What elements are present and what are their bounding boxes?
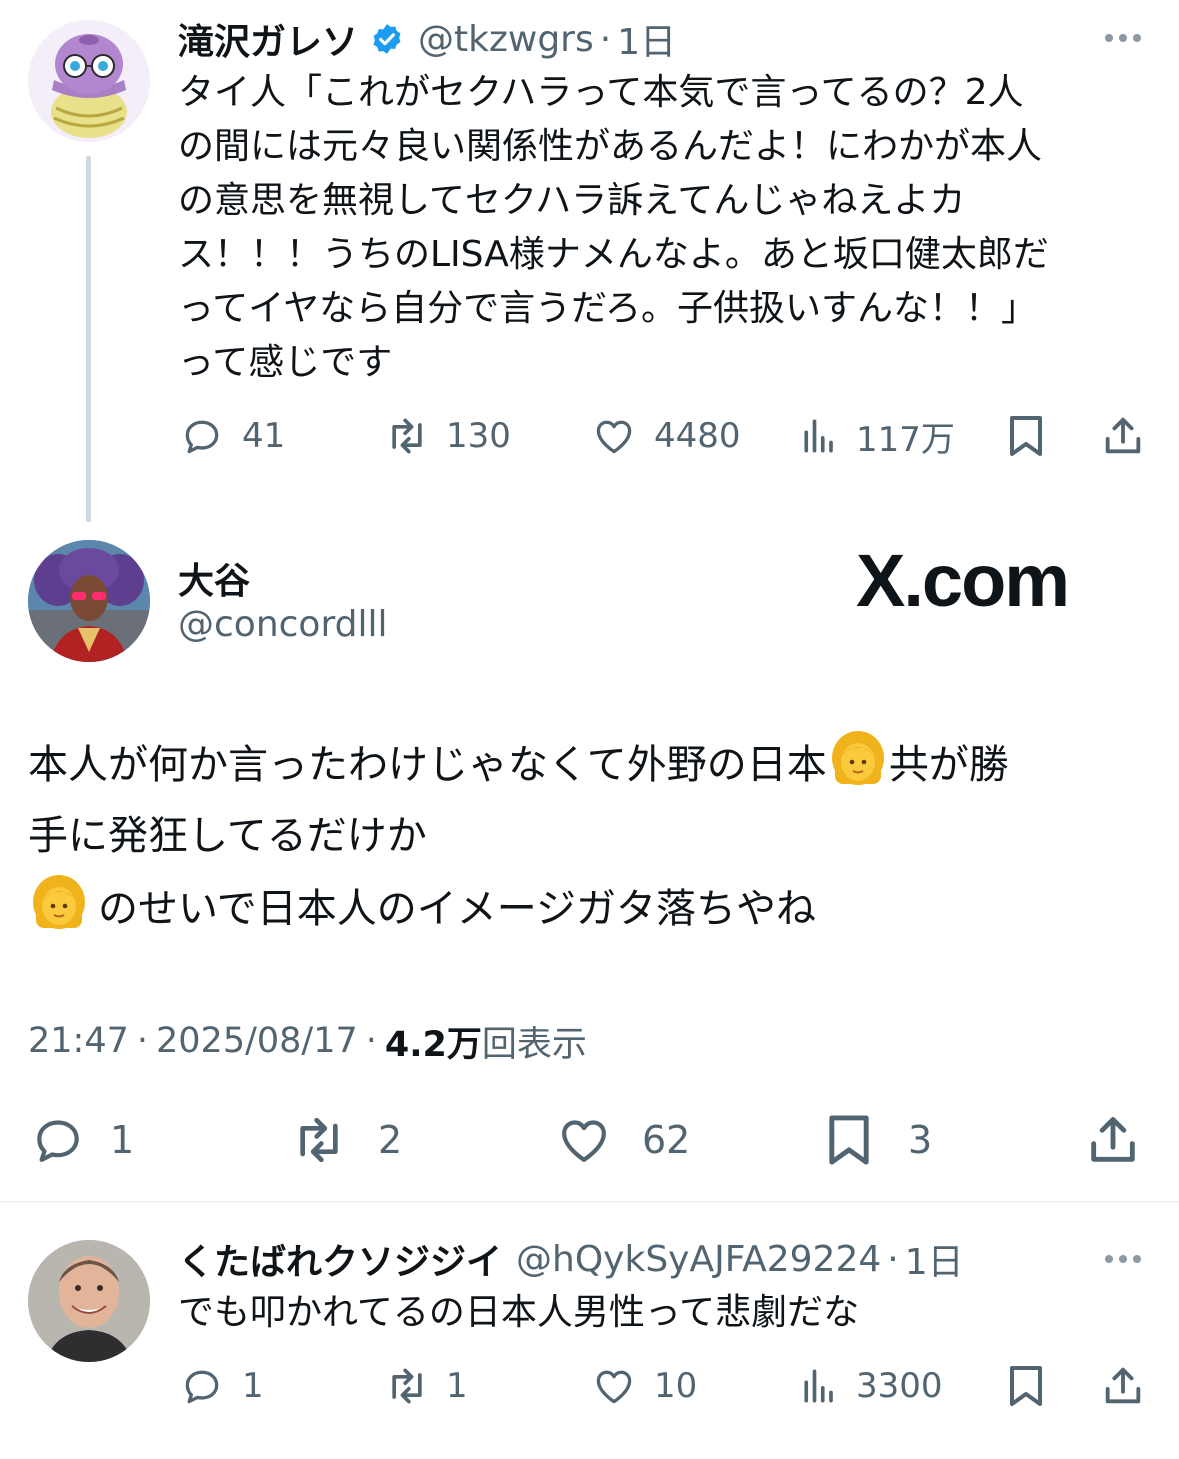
reply-button[interactable]: 1 (28, 1112, 134, 1168)
main-post-line1: 本人が何か言ったわけじゃなくて外野の日本 共が勝 (28, 728, 1009, 801)
woman-emoji-icon (28, 872, 90, 934)
avatar-concordlll[interactable] (28, 540, 150, 662)
verified-badge-icon (370, 22, 404, 56)
separator-dot: · (365, 1021, 377, 1061)
main-post-text: 共が勝 (888, 742, 1009, 788)
more-options-icon[interactable] (1105, 1255, 1141, 1263)
post-time[interactable]: 21:47 (28, 1021, 129, 1061)
like-count: 10 (654, 1366, 698, 1406)
like-button[interactable]: 62 (554, 1112, 690, 1168)
share-button[interactable] (1100, 412, 1146, 460)
xcom-watermark: X.com (856, 539, 1070, 622)
post-line: の意思を無視してセクハラ訴えてんじゃねえよカ (178, 180, 966, 221)
repost-count: 130 (446, 416, 511, 456)
repost-count: 1 (446, 1366, 468, 1406)
main-post-line2: 手に発狂してるだけか (28, 813, 427, 859)
author-name[interactable]: 滝沢ガレソ (178, 13, 358, 65)
separator-dot: · (887, 1238, 899, 1280)
author-name[interactable]: 大谷 (178, 552, 250, 604)
share-icon (1100, 1362, 1146, 1410)
share-button[interactable] (1084, 1110, 1142, 1170)
views-count: 3300 (856, 1366, 943, 1406)
author-handle[interactable]: @concordlll (178, 604, 387, 645)
thread-line (86, 156, 91, 522)
share-icon (1084, 1110, 1142, 1170)
views-button[interactable]: 117万 (798, 414, 955, 460)
reply-icon (178, 414, 226, 458)
heart-icon (554, 1112, 614, 1168)
repost-icon (380, 1364, 434, 1408)
more-options-icon[interactable] (1105, 34, 1141, 42)
post-line: の間には元々良い関係性があるんだよ！にわかが本人 (178, 126, 1043, 167)
separator-dot: · (136, 1021, 149, 1061)
repost-icon (380, 414, 434, 458)
main-post-text: のせいで日本人のイメージガタ落ちやね (98, 886, 816, 932)
post-line: ス！！！うちのLISA様ナメんなよ。あと坂口健太郎だ (178, 234, 1049, 275)
post-line: ってイヤなら自分で言うだろ。子供扱いすんな！！」 (178, 288, 1037, 329)
analytics-icon (798, 414, 842, 458)
woman-emoji-icon (827, 728, 889, 790)
bookmark-icon (1004, 412, 1048, 460)
author-handle[interactable]: @tkzwgrs (418, 19, 594, 60)
separator-dot: · (599, 18, 612, 60)
like-button[interactable]: 4480 (590, 414, 741, 458)
main-post-line3: のせいで日本人のイメージガタ落ちやね (28, 872, 816, 945)
like-count: 4480 (654, 416, 741, 456)
repost-count: 2 (378, 1118, 403, 1162)
repost-button[interactable]: 2 (286, 1112, 402, 1168)
like-count: 62 (642, 1118, 691, 1162)
reply-icon (28, 1112, 88, 1168)
bookmark-icon (1004, 1362, 1048, 1410)
bookmark-icon (822, 1110, 876, 1170)
views-button[interactable]: 3300 (798, 1364, 943, 1408)
heart-icon (590, 414, 638, 458)
repost-button[interactable]: 1 (380, 1364, 468, 1408)
repost-button[interactable]: 130 (380, 414, 511, 458)
reply-button[interactable]: 1 (178, 1364, 264, 1408)
reply-count: 1 (242, 1366, 264, 1406)
like-button[interactable]: 10 (590, 1364, 697, 1408)
reply-button[interactable]: 41 (178, 414, 285, 458)
bookmark-count: 3 (908, 1118, 933, 1162)
main-post-text: 本人が何か言ったわけじゃなくて外野の日本 (28, 742, 827, 788)
reply-icon (178, 1364, 226, 1408)
post-line: タイ人「これがセクハラって本気で言ってるの？2人 (178, 72, 1024, 113)
bookmark-button[interactable]: 3 (822, 1110, 932, 1170)
post-timestamp-row: 21:47 · 2025/08/17 · 4.2万 回表示 (28, 1018, 587, 1065)
heart-icon (590, 1364, 638, 1408)
post-date[interactable]: 2025/08/17 (156, 1021, 358, 1061)
post-age[interactable]: 1日 (617, 13, 676, 65)
repost-icon (286, 1112, 352, 1168)
share-button[interactable] (1100, 1362, 1146, 1410)
bookmark-button[interactable] (1004, 1362, 1048, 1410)
post-age[interactable]: 1日 (905, 1233, 964, 1285)
author-handle[interactable]: @hQykSyAJFA29224 (516, 1239, 881, 1280)
avatar-tkzwgrs[interactable] (28, 20, 150, 142)
reply-count: 41 (242, 416, 286, 456)
views-count: 4.2万 (384, 1024, 482, 1065)
views-label: 回表示 (481, 1024, 587, 1065)
avatar-hqyksyajfa29224[interactable] (28, 1240, 150, 1362)
author-name[interactable]: くたばれクソジジイ (178, 1233, 502, 1285)
divider (0, 1201, 1179, 1203)
views-count: 117万 (856, 419, 955, 460)
reply-count: 1 (110, 1118, 135, 1162)
analytics-icon (798, 1364, 842, 1408)
share-icon (1100, 412, 1146, 460)
reply-text: でも叩かれてるの日本人男性って悲劇だな (178, 1292, 860, 1333)
bookmark-button[interactable] (1004, 412, 1048, 460)
post-line: って感じです (178, 342, 393, 383)
